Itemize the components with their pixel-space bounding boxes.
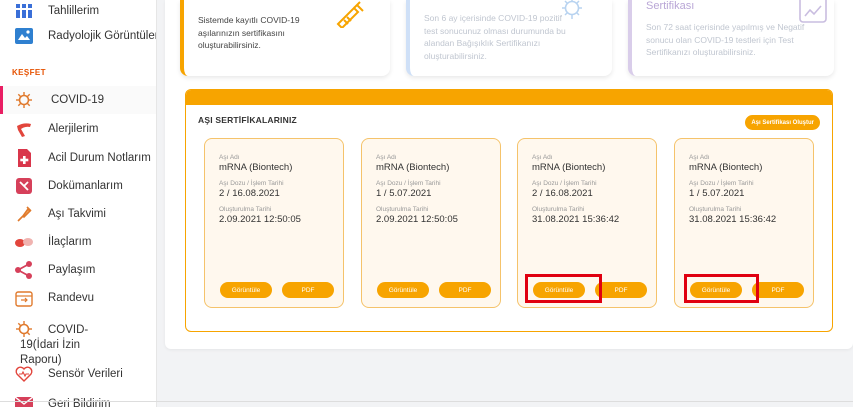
divider: [0, 401, 853, 402]
sidebar-item-label: Tahlillerim: [48, 5, 100, 17]
highlight-box: [525, 274, 602, 303]
sidebar-item-geri-bildirim[interactable]: Geri Bildirim: [0, 390, 156, 407]
highlight-box: [684, 274, 759, 303]
pdf-button[interactable]: PDF: [595, 282, 647, 298]
field-label: Oluşturulma Tarihi: [219, 206, 272, 213]
pills-icon: [15, 233, 33, 251]
field-label: Aşı Dozu / İşlem Tarihi: [376, 180, 441, 187]
share-icon: [15, 261, 33, 279]
dose-date: 1 / 5.07.2021: [689, 188, 745, 199]
sidebar-item-randevu[interactable]: Randevu: [0, 284, 156, 312]
section-header-bar: [186, 90, 832, 105]
created-date: 31.08.2021 15:36:42: [532, 214, 620, 225]
pdf-button[interactable]: PDF: [282, 282, 334, 298]
field-label: Aşı Adı: [219, 154, 240, 161]
virus-icon: [15, 91, 33, 109]
section-title: AŞI SERTİFİKALARINIZ: [198, 115, 297, 125]
appointment-icon: [15, 289, 33, 307]
created-date: 2.09.2021 12:50:05: [219, 214, 301, 225]
vaccine-name: mRNA (Biontech): [219, 162, 293, 173]
sidebar-item-label: Randevu: [48, 292, 95, 304]
field-label: Aşı Dozu / İşlem Tarihi: [219, 180, 284, 187]
sidebar-item-label: Sensör Verileri: [48, 368, 123, 380]
info-card-text: Son 6 ay içerisinde COVID-19 pozitif tes…: [424, 13, 566, 61]
certificate-card: Aşı Adı mRNA (Biontech) Aşı Dozu / İşlem…: [361, 138, 501, 308]
syringe-icon: [332, 0, 366, 33]
virus-icon: [554, 0, 590, 27]
xray-icon: [15, 27, 33, 45]
documents-icon: [15, 177, 33, 195]
field-label: Oluşturulma Tarihi: [376, 206, 429, 213]
sidebar-item-asi-takvimi[interactable]: Aşı Takvimi: [0, 200, 156, 228]
sidebar-section-label: KEŞFET: [12, 68, 46, 77]
created-date: 2.09.2021 12:50:05: [376, 214, 458, 225]
vaccine-name: mRNA (Biontech): [532, 162, 606, 173]
dose-date: 2 / 16.08.2021: [532, 188, 593, 199]
pdf-button[interactable]: PDF: [752, 282, 804, 298]
field-label: Aşı Adı: [532, 154, 553, 161]
sidebar-item-ilaclarim[interactable]: İlaçlarım: [0, 228, 156, 256]
allergy-icon: [15, 120, 33, 138]
test-certificate-info-card[interactable]: Sertifikası Son 72 saat içerisinde yapıl…: [628, 0, 834, 76]
sidebar-item-radyoloji[interactable]: Radyolojik Görüntülerim: [0, 22, 156, 50]
field-label: Aşı Adı: [376, 154, 397, 161]
vaccine-name: mRNA (Biontech): [376, 162, 450, 173]
sidebar: Tahlillerim Radyolojik Görüntülerim KEŞF…: [0, 0, 157, 407]
sidebar-item-label: İlaçlarım: [48, 236, 92, 248]
view-button[interactable]: Görüntüle: [377, 282, 429, 298]
dose-date: 2 / 16.08.2021: [219, 188, 280, 199]
sidebar-item-covid19-idari-izin[interactable]: COVID-19(İdari İzin Raporu): [0, 317, 156, 366]
dose-date: 1 / 5.07.2021: [376, 188, 432, 199]
sidebar-item-acil-durum[interactable]: Acil Durum Notlarım: [0, 144, 156, 172]
sidebar-item-covid19[interactable]: COVID-19: [0, 86, 156, 114]
emergency-note-icon: [15, 149, 33, 167]
pdf-button[interactable]: PDF: [439, 282, 491, 298]
sidebar-item-label: Paylaşım: [48, 264, 96, 276]
field-label: Aşı Adı: [689, 154, 710, 161]
sidebar-item-label: Acil Durum Notlarım: [48, 152, 151, 164]
created-date: 31.08.2021 15:36:42: [689, 214, 777, 225]
heart-sensor-icon: [15, 365, 33, 383]
vaccine-certificate-info-card[interactable]: Sistemde kayıtlı COVID-19 aşılarınızın s…: [180, 0, 390, 76]
sidebar-item-label: COVID-19: [51, 94, 105, 106]
create-vaccine-certificate-button[interactable]: Aşı Sertifikası Oluştur: [745, 115, 820, 130]
chart-doc-icon: [798, 0, 828, 29]
field-label: Oluşturulma Tarihi: [532, 206, 585, 213]
sidebar-item-label: Radyolojik Görüntülerim: [48, 30, 156, 42]
view-button[interactable]: Görüntüle: [220, 282, 272, 298]
vaccine-calendar-icon: [15, 205, 33, 223]
sidebar-item-dokumanlarim[interactable]: Dokümanlarım: [0, 172, 156, 200]
field-label: Oluşturulma Tarihi: [689, 206, 742, 213]
certificate-card: Aşı Adı mRNA (Biontech) Aşı Dozu / İşlem…: [204, 138, 344, 308]
sidebar-item-label: Aşı Takvimi: [48, 208, 106, 220]
sidebar-item-paylasim[interactable]: Paylaşım: [0, 256, 156, 284]
grid-icon: [15, 2, 33, 20]
immunity-certificate-info-card[interactable]: Son 6 ay içerisinde COVID-19 pozitif tes…: [406, 0, 612, 76]
sidebar-item-label: Dokümanlarım: [48, 180, 123, 192]
vaccine-name: mRNA (Biontech): [689, 162, 763, 173]
sidebar-item-label: Geri Bildirim: [48, 398, 111, 407]
sidebar-item-label: Alerjilerim: [48, 123, 99, 135]
info-card-text: Sistemde kayıtlı COVID-19 aşılarınızın s…: [198, 15, 300, 50]
sidebar-item-alerjilerim[interactable]: Alerjilerim: [0, 115, 156, 143]
field-label: Aşı Dozu / İşlem Tarihi: [532, 180, 597, 187]
sidebar-item-sensor-verileri[interactable]: Sensör Verileri: [0, 360, 156, 388]
field-label: Aşı Dozu / İşlem Tarihi: [689, 180, 754, 187]
